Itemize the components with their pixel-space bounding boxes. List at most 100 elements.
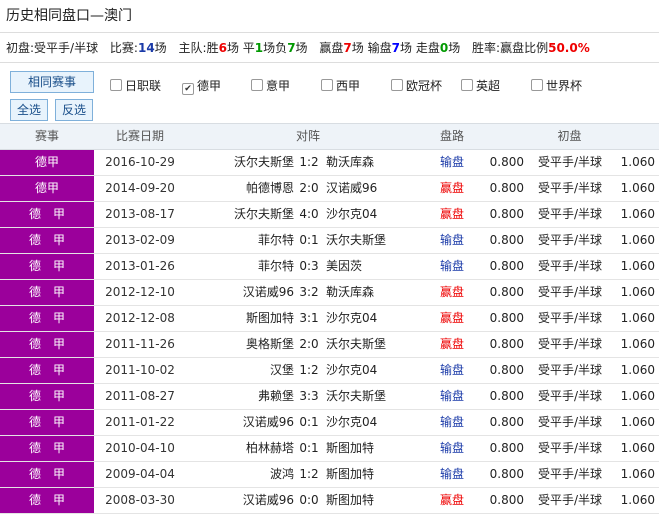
ying-label: 赢盘 [319,41,344,55]
away-team[interactable]: 沃尔夫斯堡 [326,332,430,357]
league-cell[interactable]: 德 甲 [0,280,94,305]
league-option-serie-a[interactable]: 意甲 [251,77,290,94]
invert-selection-button[interactable]: 反选 [55,99,93,121]
home-team[interactable]: 斯图加特 [186,306,294,331]
home-team[interactable]: 奥格斯堡 [186,332,294,357]
league-option-premier-league[interactable]: 英超 [461,77,500,94]
away-team[interactable]: 沃尔夫斯堡 [326,228,430,253]
league-cell[interactable]: 德 甲 [0,358,94,383]
away-team[interactable]: 沃尔夫斯堡 [326,384,430,409]
away-odds-cell: 1.060 [620,467,655,481]
away-team[interactable]: 斯图加特 [326,462,430,487]
away-team[interactable]: 沙尔克04 [326,358,430,383]
league-option-champions-league[interactable]: 欧冠杯 [391,77,442,94]
score-cell: 3:2 [299,285,319,299]
home-team[interactable]: 沃尔夫斯堡 [186,202,294,227]
same-league-button[interactable]: 相同赛事 [10,71,94,93]
league-cell[interactable]: 德 甲 [0,410,94,435]
league-cell[interactable]: 德 甲 [0,254,94,279]
shu-count: 7 [391,41,400,55]
checkbox-icon[interactable] [251,79,263,91]
league-option-la-liga[interactable]: 西甲 [321,77,360,94]
result-cell: 输盘 [439,441,464,455]
away-odds-cell: 1.060 [620,311,655,325]
away-team[interactable]: 勒沃库森 [326,150,430,175]
date-cell: 2010-04-10 [105,441,175,455]
result-cell: 输盘 [439,155,464,169]
table-row: 德 甲 2012-12-08 斯图加特 3:1 沙尔克04 赢盘 0.800 受平手/半球 1.… [0,306,659,332]
win-label: 胜 [206,41,219,55]
away-team[interactable]: 美因茨 [326,254,430,279]
home-team[interactable]: 菲尔特 [186,254,294,279]
league-cell[interactable]: 德 甲 [0,332,94,357]
score-cell: 1:2 [299,155,319,169]
shu-label: 输盘 [367,41,392,55]
table-row: 德 甲 2013-01-26 菲尔特 0:3 美因茨 输盘 0.800 受平手/半球 1.060 [0,254,659,280]
checkbox-checked-icon[interactable]: ✔ [182,83,194,95]
away-odds-cell: 1.060 [620,259,655,273]
home-team[interactable]: 沃尔夫斯堡 [186,150,294,175]
checkbox-icon[interactable] [321,79,333,91]
home-team[interactable]: 柏林赫塔 [186,436,294,461]
result-cell: 赢盘 [439,181,464,195]
header-league[interactable]: 赛事 [0,124,94,149]
league-cell[interactable]: 德 甲 [0,462,94,487]
initial-value: 受平手/半球 [34,41,99,55]
league-cell[interactable]: 德甲 [0,176,94,201]
away-odds-cell: 1.060 [620,207,655,221]
league-option-bundesliga[interactable]: ✔ 德甲 [182,77,221,95]
ying-unit: 场 [351,41,364,55]
league-cell[interactable]: 德甲 [0,150,94,175]
table-row: 德 甲 2011-08-27 弗赖堡 3:3 沃尔夫斯堡 输盘 0.800 受平手/半球 1.0… [0,384,659,410]
home-team[interactable]: 汉诺威96 [186,410,294,435]
results-table: 德甲 2016-10-29 沃尔夫斯堡 1:2 勒沃库森 输盘 0.800 受平手/半球 1.0… [0,150,659,514]
shu-unit: 场 [399,41,412,55]
matches-unit: 场 [154,41,167,55]
table-row: 德甲 2016-10-29 沃尔夫斯堡 1:2 勒沃库森 输盘 0.800 受平手/半球 1.0… [0,150,659,176]
home-team[interactable]: 汉诺威96 [186,488,294,513]
score-cell: 0:1 [299,233,319,247]
league-cell[interactable]: 德 甲 [0,202,94,227]
checkbox-icon[interactable] [391,79,403,91]
home-team[interactable]: 帕德博恩 [186,176,294,201]
league-option-world-cup[interactable]: 世界杯 [531,77,582,94]
result-cell: 赢盘 [439,207,464,221]
home-team[interactable]: 菲尔特 [186,228,294,253]
league-cell[interactable]: 德 甲 [0,488,94,513]
date-cell: 2013-02-09 [105,233,175,247]
home-team[interactable]: 弗赖堡 [186,384,294,409]
table-row: 德 甲 2012-12-10 汉诺威96 3:2 勒沃库森 赢盘 0.800 受平手/半球 1.… [0,280,659,306]
away-team[interactable]: 斯图加特 [326,488,430,513]
checkbox-icon[interactable] [461,79,473,91]
home-team[interactable]: 波鸿 [186,462,294,487]
league-cell[interactable]: 德 甲 [0,306,94,331]
league-cell[interactable]: 德 甲 [0,436,94,461]
league-option-jleague[interactable]: 日职联 [110,77,161,94]
home-odds-cell: 0.800 [489,233,524,247]
home-odds-cell: 0.800 [489,415,524,429]
ying-count: 7 [343,41,352,55]
date-cell: 2008-03-30 [105,493,175,507]
home-team[interactable]: 汉诺威96 [186,280,294,305]
away-odds-cell: 1.060 [620,285,655,299]
initial-label: 初盘: [6,41,35,55]
checkbox-icon[interactable] [110,79,122,91]
home-odds-cell: 0.800 [489,155,524,169]
header-date[interactable]: 比赛日期 [94,124,186,149]
away-odds-cell: 1.060 [620,441,655,455]
select-all-button[interactable]: 全选 [10,99,48,121]
away-team[interactable]: 沙尔克04 [326,306,430,331]
away-team[interactable]: 沙尔克04 [326,410,430,435]
league-cell[interactable]: 德 甲 [0,228,94,253]
handicap-cell: 受平手/半球 [538,493,603,507]
checkbox-icon[interactable] [531,79,543,91]
handicap-cell: 受平手/半球 [538,155,603,169]
draw-count: 1 [254,41,264,55]
away-team[interactable]: 汉诺威96 [326,176,430,201]
away-team[interactable]: 勒沃库森 [326,280,430,305]
home-team[interactable]: 汉堡 [186,358,294,383]
away-team[interactable]: 斯图加特 [326,436,430,461]
away-team[interactable]: 沙尔克04 [326,202,430,227]
league-cell[interactable]: 德 甲 [0,384,94,409]
handicap-cell: 受平手/半球 [538,389,603,403]
